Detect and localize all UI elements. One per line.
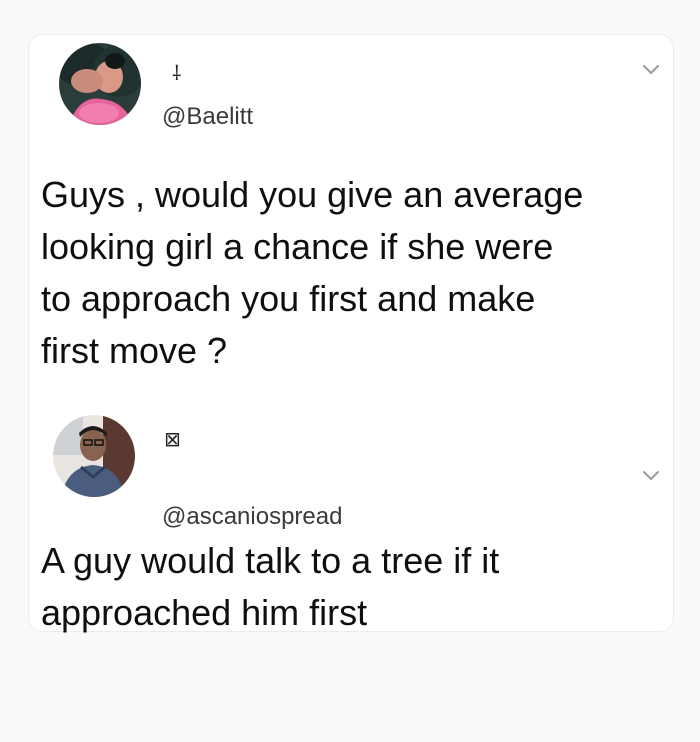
- tweet-thread-card: ⸸ @Baelitt Guys , would you give an aver…: [28, 34, 674, 633]
- chevron-down-icon[interactable]: [639, 57, 663, 81]
- chevron-down-icon[interactable]: [639, 463, 663, 487]
- tweet-original[interactable]: ⸸ @Baelitt Guys , would you give an aver…: [29, 35, 673, 395]
- screenshot-page: ⸸ @Baelitt Guys , would you give an aver…: [0, 0, 700, 742]
- tweet-text: Guys , would you give an average looking…: [41, 174, 584, 371]
- tweet-reply[interactable]: ⊠ @ascaniospread A guy would talk to a t…: [29, 405, 673, 633]
- tweet-text: A guy would talk to a tree if it approac…: [41, 540, 500, 633]
- user-handle[interactable]: @ascaniospread: [162, 505, 342, 529]
- display-name-glyph[interactable]: ⊠: [164, 429, 181, 449]
- avatar-image: [53, 415, 135, 497]
- display-name-glyph[interactable]: ⸸: [172, 63, 181, 83]
- profile-photo-man-icon[interactable]: [53, 415, 135, 497]
- avatar-image: [59, 43, 141, 125]
- user-handle[interactable]: @Baelitt: [162, 105, 253, 129]
- profile-photo-woman-icon[interactable]: [59, 43, 141, 125]
